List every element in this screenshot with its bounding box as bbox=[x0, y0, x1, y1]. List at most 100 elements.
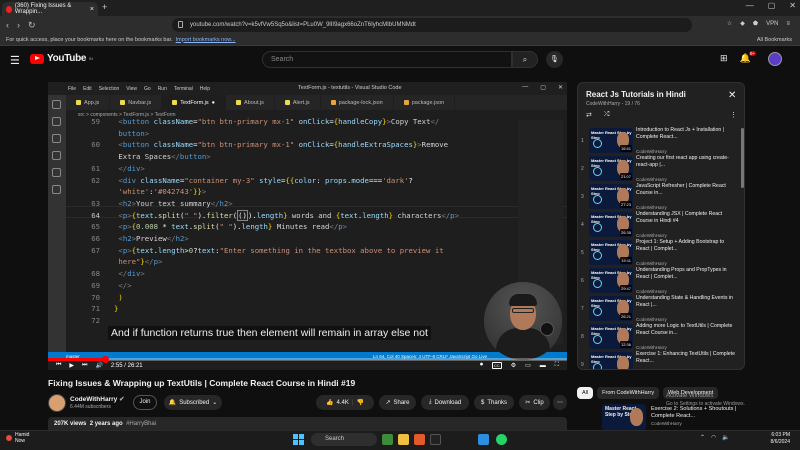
download-button[interactable]: ⤓ Download bbox=[421, 395, 469, 410]
play-icon[interactable]: ▶ bbox=[69, 362, 74, 369]
speaker-icon[interactable]: 🔈 bbox=[722, 434, 729, 441]
channel-name[interactable]: CodeWithHarry ✔ bbox=[70, 395, 125, 403]
upload-age: 2 years ago bbox=[89, 421, 123, 427]
browser-tab[interactable]: (360) Fixing Issues & Wrappin... × bbox=[2, 2, 98, 16]
vscode-tab: Alert.js bbox=[275, 95, 321, 110]
thanks-button[interactable]: $ Thanks bbox=[474, 395, 514, 410]
taskbar-search[interactable]: Search bbox=[311, 433, 377, 446]
close-playlist-icon[interactable]: ✕ bbox=[728, 90, 736, 101]
vscode-menu-item: Edit bbox=[83, 85, 92, 92]
menu-icon[interactable]: ≡ bbox=[786, 21, 790, 27]
minimize-icon[interactable]: — bbox=[746, 1, 754, 10]
more-actions-icon[interactable]: ⋯ bbox=[553, 395, 567, 410]
close-tab-icon[interactable]: × bbox=[90, 6, 94, 13]
playlist-item[interactable]: 3 Master React Step by Step 27:23 JavaScrip… bbox=[578, 182, 744, 212]
playlist-item-index: 9 bbox=[581, 362, 584, 368]
subscribed-button[interactable]: 🔔 Subscribed ⌄ bbox=[164, 395, 222, 410]
create-video-icon[interactable]: ⊞ bbox=[720, 53, 728, 64]
scissors-icon: ✂ bbox=[525, 400, 531, 406]
bookmarks-bar: For quick access, place your bookmarks h… bbox=[0, 34, 800, 46]
code-editor: 59 <button className="btn btn-primary mx… bbox=[91, 117, 459, 325]
react-logo-icon bbox=[593, 279, 602, 288]
search-input[interactable]: Search bbox=[262, 51, 512, 68]
brave-browser-icon[interactable] bbox=[414, 434, 425, 445]
share-button[interactable]: ↗ Share bbox=[379, 395, 416, 410]
react-logo-icon bbox=[593, 167, 602, 176]
extension-icon[interactable]: ◆ bbox=[740, 20, 745, 27]
playlist-item-index: 8 bbox=[581, 334, 584, 340]
join-button[interactable]: Join bbox=[133, 395, 157, 410]
video-player[interactable]: File Edit Selection View Go Run Terminal… bbox=[48, 82, 567, 370]
loop-icon[interactable]: ⇄ bbox=[586, 111, 592, 119]
react-logo-icon bbox=[593, 223, 602, 232]
theater-mode-icon[interactable]: ▬ bbox=[540, 363, 546, 369]
captions-icon[interactable]: CC bbox=[491, 362, 502, 369]
recommended-channel: CodeWithHarry bbox=[651, 421, 682, 426]
playlist-item[interactable]: 8 Master React Step by Step 12:36 Adding mo… bbox=[578, 322, 744, 352]
vpn-badge[interactable]: VPN bbox=[766, 21, 778, 27]
wifi-icon[interactable]: ◠ bbox=[711, 434, 716, 441]
autoplay-toggle[interactable]: ⏺ bbox=[480, 362, 483, 369]
duration-badge: 12:36 bbox=[619, 341, 632, 348]
chip-all[interactable]: All bbox=[577, 387, 594, 399]
weather-widget[interactable]: Hamid Now bbox=[6, 432, 29, 444]
close-window-icon[interactable]: ✕ bbox=[789, 1, 796, 10]
miniplayer-icon[interactable]: ▭ bbox=[525, 362, 531, 369]
youtube-logo[interactable]: YouTube IN bbox=[30, 53, 93, 64]
forward-arrow-icon[interactable]: › bbox=[17, 20, 20, 31]
recommended-thumbnail[interactable]: Master React Step by Step bbox=[602, 404, 646, 430]
playlist-item[interactable]: 5 Master React Step by Step 19:11 Project 1… bbox=[578, 238, 744, 268]
system-clock[interactable]: 6:03 PM 8/6/2024 bbox=[748, 432, 790, 446]
previous-icon[interactable]: ⏮ bbox=[56, 362, 61, 369]
youtube-logo-text: YouTube bbox=[47, 53, 87, 64]
account-avatar[interactable] bbox=[768, 52, 782, 66]
browser-tab-bar bbox=[0, 0, 800, 16]
volume-icon[interactable]: 🔊 bbox=[95, 362, 102, 369]
thumbs-up-icon[interactable]: 👍 bbox=[326, 399, 333, 406]
next-icon[interactable]: ⏭ bbox=[82, 362, 87, 369]
shield-icon[interactable]: ⬟ bbox=[753, 20, 758, 27]
share-icon: ↗ bbox=[385, 400, 391, 406]
playlist-item-index: 1 bbox=[581, 138, 584, 144]
playlist-item[interactable]: 9 Master React Step by Step Exercise 1: En… bbox=[578, 350, 744, 369]
new-tab-button[interactable]: + bbox=[102, 2, 107, 12]
hashtag[interactable]: #HarryBhai bbox=[126, 421, 156, 427]
playlist-more-icon[interactable]: ⋮ bbox=[730, 111, 737, 119]
file-explorer-icon[interactable] bbox=[398, 434, 409, 445]
duration-badge: 16:51 bbox=[619, 145, 632, 152]
recommended-video[interactable]: Exercise 2: Solutions + Shoutouts | Comp… bbox=[651, 406, 751, 427]
playlist-item[interactable]: 4 Master React Step by Step 26:35 Understan… bbox=[578, 210, 744, 240]
duration-badge: 26:21 bbox=[619, 313, 632, 320]
chip-from-channel[interactable]: From CodeWithHarry bbox=[597, 387, 660, 399]
shuffle-icon[interactable]: ⤮ bbox=[604, 111, 610, 119]
playlist-item[interactable]: 2 Master React Step by Step 21:07 Creating … bbox=[578, 154, 744, 184]
url-field[interactable]: youtube.com/watch?v=k5vfVw5Sq5o&list=PLu… bbox=[172, 18, 692, 32]
search-button[interactable]: ⌕ bbox=[512, 51, 538, 68]
voice-search-button[interactable]: 🎙 bbox=[546, 51, 563, 68]
like-dislike-button[interactable]: 👍 4.4K | 👎 bbox=[316, 395, 374, 410]
windows-start-icon[interactable] bbox=[293, 434, 304, 445]
whatsapp-icon[interactable] bbox=[496, 434, 507, 445]
settings-gear-icon[interactable]: ⚙ bbox=[511, 362, 516, 369]
terminal-icon[interactable] bbox=[430, 434, 441, 445]
fullscreen-icon[interactable]: ⛶ bbox=[555, 362, 559, 369]
reload-icon[interactable]: ↻ bbox=[28, 20, 36, 31]
playlist-title[interactable]: React Js Tutorials in Hindi bbox=[586, 90, 686, 99]
chevron-up-icon[interactable]: ⌃ bbox=[700, 434, 705, 441]
clip-button[interactable]: ✂ Clip bbox=[519, 395, 550, 410]
all-bookmarks-button[interactable]: All Bookmarks bbox=[757, 37, 792, 43]
maximize-icon[interactable]: ▢ bbox=[768, 1, 776, 10]
playlist-item[interactable]: 7 Master React Step by Step 26:21 Understan… bbox=[578, 294, 744, 324]
playlist-item[interactable]: 1 Master React Step by Step 16:51 Introduct… bbox=[578, 126, 744, 156]
import-bookmarks-link[interactable]: Import bookmarks now... bbox=[176, 37, 236, 43]
back-arrow-icon[interactable]: ‹ bbox=[6, 20, 9, 31]
bookmark-star-icon[interactable]: ☆ bbox=[727, 20, 732, 27]
hamburger-menu-icon[interactable]: ☰ bbox=[10, 54, 20, 67]
thumbs-down-icon[interactable]: 👎 bbox=[356, 399, 363, 406]
widgets-icon[interactable] bbox=[382, 434, 393, 445]
playlist-item-title: Adding more Logic to TextUtils | Complet… bbox=[636, 323, 733, 336]
playlist-item[interactable]: 6 Master React Step by Step 29:47 Understan… bbox=[578, 266, 744, 296]
channel-avatar[interactable] bbox=[48, 394, 66, 412]
vscode-icon[interactable] bbox=[478, 434, 489, 445]
playlist-item-title: Project 1: Setup + Adding Bootstrap to R… bbox=[636, 239, 725, 252]
